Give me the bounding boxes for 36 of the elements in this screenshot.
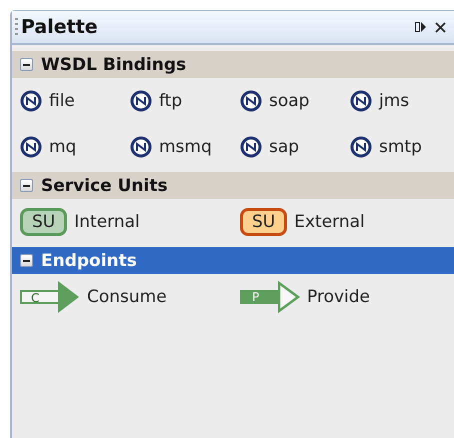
item-label: External [294, 212, 365, 232]
unit-badge: SU [240, 208, 288, 236]
palette-item[interactable]: soap [240, 86, 350, 116]
palette-item[interactable]: smtp [350, 132, 454, 162]
item-label: Internal [74, 212, 140, 232]
palette-item[interactable]: msmq [130, 132, 240, 162]
item-label: file [49, 91, 75, 111]
palette-item[interactable]: P Provide [240, 282, 454, 312]
palette-item[interactable]: file [20, 86, 130, 116]
panel-title: Palette [21, 16, 99, 38]
palette-item[interactable]: jms [350, 86, 454, 116]
collapse-icon[interactable] [20, 58, 33, 71]
category-header[interactable]: Endpoints [12, 247, 454, 274]
pin-icon[interactable] [415, 21, 427, 33]
grip-icon[interactable] [15, 18, 18, 36]
palette-item[interactable]: sap [240, 132, 350, 162]
palette-item[interactable]: SU Internal [20, 207, 240, 237]
palette-item[interactable]: ftp [130, 86, 240, 116]
collapse-icon[interactable] [20, 179, 33, 192]
category-header[interactable]: Service Units [12, 172, 454, 199]
close-icon[interactable] [435, 22, 446, 32]
item-label: Provide [307, 287, 370, 307]
item-label: Consume [87, 287, 167, 307]
item-label: mq [49, 137, 76, 157]
collapse-icon[interactable] [20, 254, 33, 267]
item-label: ftp [159, 91, 182, 111]
palette-item[interactable]: C Consume [20, 282, 240, 312]
item-label: jms [379, 91, 410, 111]
item-label: msmq [159, 137, 212, 157]
item-label: smtp [379, 137, 422, 157]
item-label: sap [269, 137, 300, 157]
unit-badge: SU [20, 208, 68, 236]
category-header[interactable]: WSDL Bindings [12, 51, 454, 78]
item-label: soap [269, 91, 310, 111]
palette-item[interactable]: SU External [240, 207, 454, 237]
palette-item[interactable]: mq [20, 132, 130, 162]
